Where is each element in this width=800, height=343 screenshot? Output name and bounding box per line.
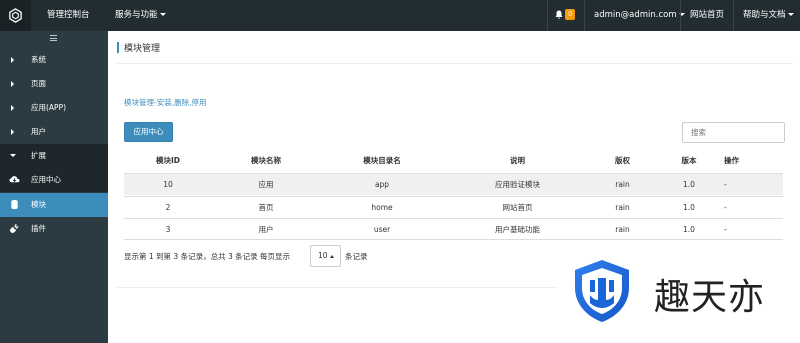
divider	[117, 287, 557, 288]
divider	[547, 0, 548, 31]
table-cell: rain	[615, 225, 630, 234]
divider	[680, 0, 681, 31]
cloud-download-icon	[9, 176, 20, 183]
help-menu[interactable]: 帮助与文档	[743, 0, 794, 31]
shield-logo-icon	[575, 260, 629, 322]
divider	[584, 0, 585, 31]
table-cell: 首页	[258, 203, 274, 212]
table-row[interactable]: 3 用户 user 用户基础功能 rain 1.0 -	[124, 218, 783, 240]
table-cell: -	[724, 180, 727, 189]
table-cell: 应用	[258, 180, 274, 189]
table-cell: 网站首页	[502, 203, 533, 212]
page-size-value: 10	[318, 251, 328, 260]
bell-icon	[555, 10, 563, 19]
page-title: 模块管理	[124, 44, 161, 54]
pagination-summary: 显示第 1 到第 3 条记录，总共 3 条记录 每页显示	[124, 252, 291, 261]
table-cell: home	[371, 203, 393, 212]
pagination-suffix: 条记录	[345, 252, 368, 261]
sidebar-item-label: 应用(APP)	[31, 103, 67, 112]
database-icon	[11, 199, 18, 210]
chevron-right-icon	[11, 81, 14, 87]
table-cell: user	[373, 225, 391, 234]
sidebar-item-apps[interactable]: 应用(APP)	[0, 96, 108, 120]
sidebar-item-label: 应用中心	[31, 175, 61, 184]
column-header[interactable]: 版权	[591, 150, 654, 172]
table-cell: 1.0	[683, 180, 695, 189]
sidebar-item-modules[interactable]: 模块	[0, 193, 108, 217]
table-cell: 10	[163, 180, 173, 189]
chevron-right-icon	[11, 105, 14, 111]
logo-icon	[9, 8, 22, 23]
table-cell: -	[724, 203, 727, 212]
user-email: admin@admin.com	[594, 10, 677, 20]
column-header[interactable]: 版本	[654, 150, 724, 172]
logo[interactable]	[0, 0, 31, 31]
table-cell: 用户	[258, 225, 274, 234]
page-size-select[interactable]: 10	[310, 245, 341, 267]
column-header[interactable]: 模块目录名	[320, 150, 444, 172]
plug-icon	[10, 223, 19, 233]
sidebar-toggle-icon[interactable]	[50, 35, 57, 43]
column-header: 操作	[724, 156, 739, 165]
caret-up-icon	[329, 254, 334, 258]
caret-down-icon	[787, 13, 794, 16]
chevron-right-icon	[11, 129, 14, 135]
chevron-right-icon	[11, 57, 14, 63]
page-header: 模块管理	[117, 38, 793, 64]
sidebar-item-app-center[interactable]: 应用中心	[0, 168, 108, 192]
notification-badge: 0	[565, 9, 576, 20]
site-home-link[interactable]: 网站首页	[690, 0, 724, 31]
column-header[interactable]: 模块名称	[212, 150, 320, 172]
sidebar-item-extensions[interactable]: 扩展	[0, 144, 108, 168]
table-cell: app	[374, 180, 390, 189]
app-center-button[interactable]: 应用中心	[124, 122, 173, 142]
caret-down-icon	[159, 13, 166, 16]
table-cell: -	[724, 225, 727, 234]
search-input[interactable]	[682, 122, 785, 143]
divider	[733, 0, 734, 31]
table-row[interactable]: 2 首页 home 网站首页 rain 1.0 -	[124, 196, 783, 218]
table-cell: 3	[165, 225, 171, 234]
table-cell: 用户基础功能	[495, 225, 540, 234]
sidebar-item-pages[interactable]: 页面	[0, 72, 108, 96]
sidebar-item-label: 页面	[31, 79, 46, 88]
sidebar-item-label: 插件	[31, 224, 46, 233]
chevron-down-icon	[10, 154, 16, 157]
sidebar-item-users[interactable]: 用户	[0, 120, 108, 144]
notifications-button[interactable]: 0	[555, 0, 576, 31]
watermark-text: 趣天亦	[654, 277, 766, 318]
console-link[interactable]: 管理控制台	[47, 0, 90, 31]
table-cell: 1.0	[683, 225, 695, 234]
table-cell: 1.0	[683, 203, 695, 212]
column-header[interactable]: 模块ID	[124, 150, 212, 172]
table-cell: rain	[615, 203, 630, 212]
watermark: 趣天亦	[569, 258, 769, 324]
sidebar-item-label: 模块	[31, 200, 46, 209]
user-menu[interactable]: admin@admin.com	[594, 0, 685, 31]
column-header[interactable]: 说明	[444, 150, 591, 172]
services-menu[interactable]: 服务与功能	[115, 0, 166, 31]
services-menu-label: 服务与功能	[115, 10, 158, 20]
table-cell: 2	[165, 203, 171, 212]
sidebar-item-plugins[interactable]: 插件	[0, 217, 108, 241]
page-description-link[interactable]: 模块管理-安装,删除,停用	[124, 97, 206, 108]
sidebar-item-label: 系统	[31, 55, 46, 64]
table-cell: rain	[615, 180, 630, 189]
sidebar-item-label: 扩展	[31, 151, 46, 160]
top-navbar: 管理控制台 服务与功能 0 admin@admin.com 网站首页 帮助与文档	[0, 0, 800, 31]
sidebar: 系统 页面 应用(APP) 用户 扩展 应用中心 模块 插件	[0, 31, 108, 343]
sidebar-item-system[interactable]: 系统	[0, 48, 108, 72]
table-header-row: 模块ID 模块名称 模块目录名 说明 版权 版本 操作	[124, 150, 783, 173]
table-cell: 应用验证模块	[495, 180, 540, 189]
sidebar-item-label: 用户	[31, 127, 46, 136]
table-row[interactable]: 10 应用 app 应用验证模块 rain 1.0 -	[124, 173, 783, 195]
title-accent-bar	[117, 42, 119, 53]
help-menu-label: 帮助与文档	[743, 10, 786, 20]
